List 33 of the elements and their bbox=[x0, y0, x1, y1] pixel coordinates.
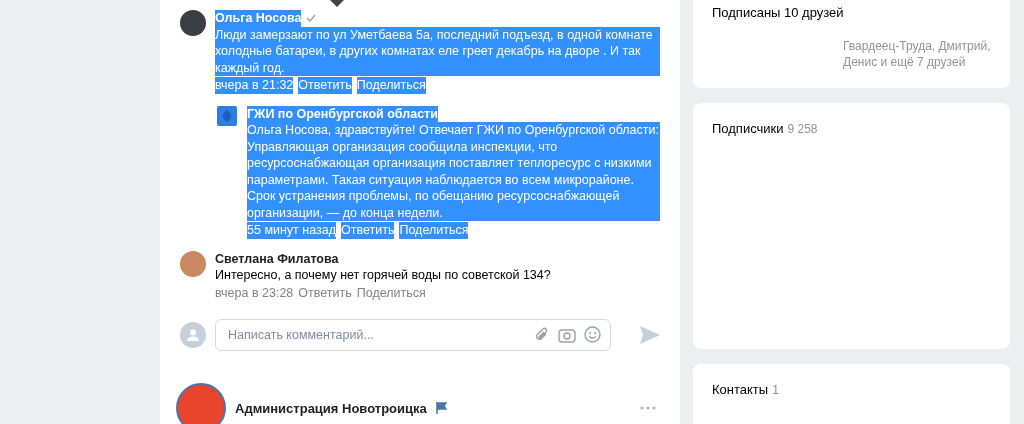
paperclip-icon[interactable] bbox=[534, 326, 550, 343]
tooltip-caret-icon bbox=[330, 0, 344, 7]
friends-names[interactable]: Гвардеец-Труда, Дмитрий, Денис и ещё 7 друзей bbox=[843, 38, 1013, 70]
camera-icon[interactable] bbox=[558, 326, 576, 343]
comment-text: Люди замерзают по ул Уметбаева 5а, последний подъезд, в одной комнате холодные батареи, в других комнатах еле греет декабрь на дворе . И так каждый год. bbox=[215, 26, 660, 76]
comment-action-link[interactable]: Ответить bbox=[298, 284, 352, 301]
avatar-photo-placeholder[interactable] bbox=[180, 10, 206, 36]
card-title[interactable]: Подписаны 10 друзей bbox=[712, 5, 844, 20]
send-icon[interactable] bbox=[640, 326, 660, 344]
comment-action-link[interactable]: Ответить bbox=[298, 77, 352, 94]
user-avatar-icon bbox=[180, 322, 206, 348]
comment-action-link[interactable]: Поделиться bbox=[356, 77, 426, 94]
comment-action-link[interactable]: Поделиться bbox=[399, 222, 469, 239]
card-count: 9 258 bbox=[787, 122, 818, 136]
comment-time[interactable]: вчера в 23:28 bbox=[215, 284, 294, 301]
comment-action-link[interactable]: Ответить bbox=[341, 222, 395, 239]
comment-action-link[interactable]: Поделиться bbox=[356, 284, 426, 301]
comment-author[interactable]: Светлана Филатова bbox=[215, 250, 339, 267]
card-count: 1 bbox=[772, 383, 779, 397]
comment-input-field[interactable]: Написать комментарий... bbox=[215, 319, 611, 351]
smiley-icon[interactable] bbox=[584, 326, 601, 343]
post-author[interactable]: Администрация Новотроицка bbox=[235, 400, 427, 416]
more-icon[interactable] bbox=[640, 406, 656, 410]
comment-time[interactable]: 55 минут назад bbox=[247, 222, 336, 239]
comment-author[interactable]: Ольга Носова bbox=[215, 10, 302, 27]
comment-text: Интересно, а почему нет горячей воды по советской 134? bbox=[215, 267, 551, 284]
comment-text: Ольга Носова, здравствуйте! Отвечает ГЖИ по Оренбургской области: Управляющая организация сообщила инспекции, что ресурсоснабжающая организация поставляет теплоресурс с низкими параметрами. Такая ситуация наблюдается во всем микрорайоне. Срок устранения проблемы, по обещанию ресурсоснабжающей организации, — до конца недели. bbox=[247, 122, 660, 221]
comment-time[interactable]: вчера в 21:32 bbox=[215, 77, 294, 94]
group-logo-icon[interactable] bbox=[176, 383, 226, 424]
card-title[interactable]: Подписчики bbox=[712, 121, 784, 136]
org-logo-icon[interactable] bbox=[217, 105, 237, 126]
card-title[interactable]: Контакты bbox=[712, 382, 769, 397]
comment-author[interactable]: ГЖИ по Оренбургской области bbox=[247, 105, 438, 122]
